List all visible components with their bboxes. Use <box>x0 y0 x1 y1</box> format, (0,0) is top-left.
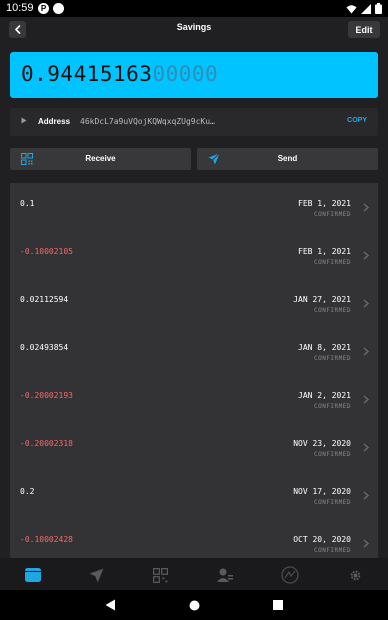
transaction-date: FEB 1, 2021 <box>298 247 351 256</box>
bottom-tab-bar <box>0 558 388 590</box>
chevron-right-icon <box>363 251 369 260</box>
address-row[interactable]: Address 46kDcL7a9uVQojKQWqxqZUg9cKu… COP… <box>10 108 378 136</box>
balance-trailing-zeros: 00000 <box>152 62 219 86</box>
transaction-amount: 0.1 <box>20 199 35 208</box>
contacts-icon <box>217 568 233 582</box>
transaction-status: CONFIRMED <box>313 355 351 362</box>
notification-dot-icon <box>53 3 64 14</box>
tab-send[interactable] <box>86 565 106 585</box>
transaction-status: CONFIRMED <box>313 259 351 266</box>
qr-icon <box>152 567 168 583</box>
nav-home-button[interactable] <box>187 598 201 612</box>
transaction-amount: -0.20002318 <box>20 439 73 448</box>
gear-icon <box>350 570 360 580</box>
chevron-right-icon <box>363 203 369 212</box>
page-title: Savings <box>176 22 212 32</box>
send-icon <box>89 568 103 582</box>
transaction-status: CONFIRMED <box>313 403 351 410</box>
transaction-row[interactable]: 0.1 FEB 1, 2021 CONFIRMED <box>10 183 378 231</box>
transaction-date: JAN 8, 2021 <box>298 343 351 352</box>
tab-exchange[interactable] <box>280 565 300 585</box>
copy-address-button[interactable]: COPY <box>347 117 367 124</box>
signal-icon <box>361 3 371 14</box>
nav-back-button[interactable] <box>103 598 117 612</box>
status-bar: 10:59 P <box>0 0 388 17</box>
transaction-status: CONFIRMED <box>313 499 351 506</box>
transaction-row[interactable]: 0.02493854 JAN 8, 2021 CONFIRMED <box>10 327 378 375</box>
receive-button[interactable]: Receive <box>10 148 191 170</box>
transaction-status: CONFIRMED <box>313 307 351 314</box>
transaction-status: CONFIRMED <box>313 451 351 458</box>
transaction-date: NOV 23, 2020 <box>293 439 351 448</box>
transaction-row[interactable]: -0.10002105 FEB 1, 2021 CONFIRMED <box>10 231 378 279</box>
transaction-amount: -0.10002428 <box>20 535 73 544</box>
square-recents-icon <box>273 600 283 610</box>
triangle-back-icon <box>105 599 115 611</box>
top-bar: Savings Edit <box>0 17 388 43</box>
chevron-right-icon <box>363 299 369 308</box>
battery-icon <box>375 3 382 14</box>
transaction-amount: -0.20002193 <box>20 391 73 400</box>
transaction-amount: -0.10002105 <box>20 247 73 256</box>
transaction-date: JAN 2, 2021 <box>298 391 351 400</box>
tab-receive[interactable] <box>150 565 170 585</box>
transaction-row[interactable]: 0.02112594 JAN 27, 2021 CONFIRMED <box>10 279 378 327</box>
transaction-row[interactable]: -0.20002193 JAN 2, 2021 CONFIRMED <box>10 375 378 423</box>
chevron-right-icon <box>363 539 369 548</box>
transaction-date: FEB 1, 2021 <box>298 199 351 208</box>
transaction-amount: 0.02493854 <box>20 343 69 352</box>
system-nav-bar <box>0 590 388 620</box>
receive-label: Receive <box>85 154 116 163</box>
send-label: Send <box>277 154 298 163</box>
transaction-row[interactable]: -0.20002318 NOV 23, 2020 CONFIRMED <box>10 423 378 471</box>
balance-main: 0.94415163 <box>21 62 153 86</box>
transaction-amount: 0.2 <box>20 487 35 496</box>
address-label: Address <box>38 117 71 126</box>
expand-arrow-icon <box>21 117 27 124</box>
nav-recents-button[interactable] <box>271 598 285 612</box>
edit-button[interactable]: Edit <box>348 21 380 38</box>
wallet-icon <box>25 568 41 582</box>
send-button[interactable]: Send <box>197 148 378 170</box>
transaction-date: OCT 20, 2020 <box>293 535 351 544</box>
transaction-row[interactable]: -0.10002428 OCT 20, 2020 CONFIRMED <box>10 519 378 558</box>
chevron-right-icon <box>363 443 369 452</box>
chevron-right-icon <box>363 347 369 356</box>
circle-home-icon <box>189 600 199 610</box>
address-value: 46kDcL7a9uVQojKQWqxqZUg9cKu… <box>80 117 215 126</box>
transaction-date: JAN 27, 2021 <box>293 295 351 304</box>
tab-settings[interactable] <box>345 565 365 585</box>
status-time: 10:59 <box>6 2 34 14</box>
transaction-status: CONFIRMED <box>313 211 351 218</box>
transaction-amount: 0.02112594 <box>20 295 69 304</box>
transaction-status: CONFIRMED <box>313 547 351 554</box>
tab-wallet[interactable] <box>23 565 43 585</box>
tab-contacts[interactable] <box>215 565 235 585</box>
chevron-right-icon <box>363 395 369 404</box>
transaction-row[interactable]: 0.2 NOV 17, 2020 CONFIRMED <box>10 471 378 519</box>
exchange-icon <box>281 566 299 584</box>
transaction-list: 0.1 FEB 1, 2021 CONFIRMED -0.10002105 FE… <box>10 183 378 558</box>
notification-icon: P <box>38 3 49 14</box>
chevron-right-icon <box>363 491 369 500</box>
transaction-date: NOV 17, 2020 <box>293 487 351 496</box>
wallet-screen: Savings Edit 0.9441516300000 Address 46k… <box>0 17 388 558</box>
wifi-icon <box>346 4 357 13</box>
balance-card: 0.9441516300000 <box>10 52 378 98</box>
balance-value: 0.9441516300000 <box>21 62 218 86</box>
